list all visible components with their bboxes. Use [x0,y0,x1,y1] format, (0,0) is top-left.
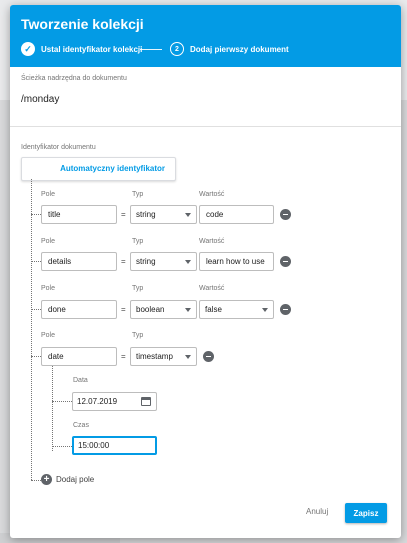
remove-field-icon[interactable] [280,209,291,220]
wartosc-label: Wartość [199,285,225,292]
add-field-label: Dodaj pole [56,475,95,484]
typ-label: Typ [132,285,144,292]
create-collection-dialog: Tworzenie kolekcji ✓ Ustal identyfikator… [10,5,401,538]
parent-path-label: Ścieżka nadrzędna do dokumentu [21,75,127,82]
field-name-input[interactable]: done [41,300,117,319]
field-type-value: string [136,257,156,266]
auto-id-button-label: Automatyczny identyfikator [60,164,165,173]
field-type-select[interactable]: timestamp [130,347,197,366]
equals-sign: = [121,352,126,361]
chevron-down-icon [185,213,191,217]
date-value: 12.07.2019 [77,397,118,406]
tree-branch [31,356,41,357]
tree-line-nested [52,366,53,451]
equals-sign: = [121,210,126,219]
doc-id-label: Identyfikator dokumentu [21,144,96,151]
save-button[interactable]: Zapisz [345,503,387,523]
date-label: Data [73,377,88,384]
add-field-button[interactable]: + Dodaj pole [41,474,94,485]
tree-branch [31,309,41,310]
step-1: ✓ Ustal identyfikator kolekcji [21,41,142,57]
field-type-select[interactable]: boolean [130,300,197,319]
field-name-input[interactable]: title [41,205,117,224]
dialog-header: Tworzenie kolekcji ✓ Ustal identyfikator… [10,5,401,67]
field-value-select[interactable]: false [199,300,274,319]
parent-path-value: /monday [21,94,60,105]
step-2-number: 2 [170,42,184,56]
typ-label: Typ [132,238,144,245]
time-input[interactable]: 15:00:00 [72,436,157,455]
tree-branch [31,214,41,215]
time-label: Czas [73,422,89,429]
typ-label: Typ [132,191,144,198]
field-name-input[interactable]: date [41,347,117,366]
pole-label: Pole [41,191,56,198]
wartosc-label: Wartość [199,191,225,198]
step-connector [140,49,162,50]
wartosc-label: Wartość [199,238,225,245]
remove-field-icon[interactable] [280,256,291,267]
field-value: false [205,305,222,314]
field-type-select[interactable]: string [130,252,197,271]
chevron-down-icon [185,260,191,264]
plus-icon: + [41,474,52,485]
field-type-select[interactable]: string [130,205,197,224]
chevron-down-icon [185,308,191,312]
auto-id-button[interactable]: Automatyczny identyfikator [21,157,176,181]
tree-branch [31,480,41,481]
divider [10,126,401,127]
equals-sign: = [121,305,126,314]
tree-branch [31,261,41,262]
equals-sign: = [121,257,126,266]
tree-line [31,179,32,480]
field-value-input[interactable]: learn how to use [199,252,274,271]
step-1-label: Ustal identyfikator kolekcji [41,44,143,54]
step-2: 2 Dodaj pierwszy dokument [170,41,289,57]
chevron-down-icon [262,308,268,312]
tree-branch [52,401,72,402]
field-name-input[interactable]: details [41,252,117,271]
field-type-value: string [136,210,156,219]
calendar-icon[interactable] [141,397,151,406]
dialog-title: Tworzenie kolekcji [21,16,144,32]
pole-label: Pole [41,238,56,245]
chevron-down-icon [185,355,191,359]
typ-label: Typ [132,332,144,339]
step-2-label: Dodaj pierwszy dokument [190,44,289,54]
cancel-button[interactable]: Anuluj [306,507,328,516]
field-type-value: boolean [136,305,165,314]
pole-label: Pole [41,285,56,292]
pole-label: Pole [41,332,56,339]
field-value-input[interactable]: code [199,205,274,224]
check-icon: ✓ [21,42,35,56]
field-type-value: timestamp [136,352,173,361]
tree-branch [52,446,72,447]
remove-field-icon[interactable] [280,304,291,315]
remove-field-icon[interactable] [203,351,214,362]
